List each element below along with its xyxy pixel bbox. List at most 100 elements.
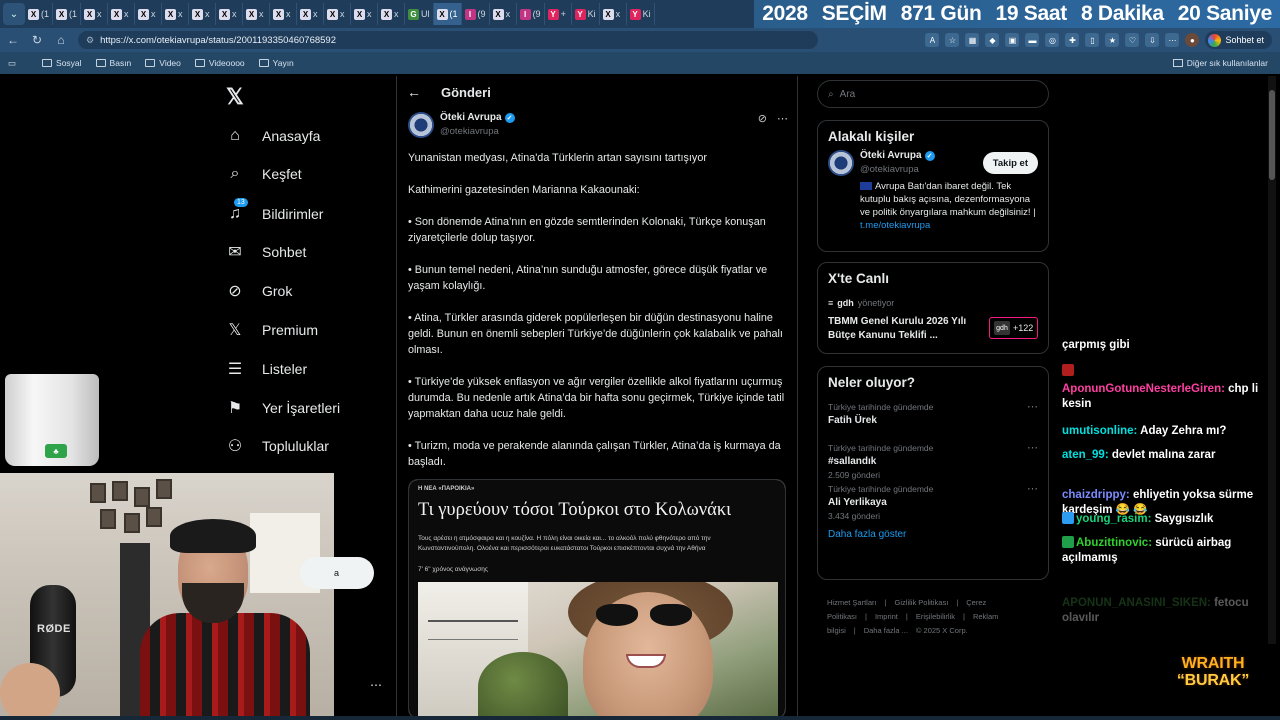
browser-tab[interactable]: Y Ki xyxy=(627,3,655,25)
bio-link[interactable]: t.me/otekiavrupa xyxy=(860,220,930,231)
footer-link[interactable]: © 2025 X Corp. xyxy=(916,626,968,635)
grok-icon[interactable]: ⊘ xyxy=(758,112,767,125)
extensions-puzzle-icon[interactable]: ✚ xyxy=(1065,33,1080,47)
more-options-icon[interactable]: ⋯ xyxy=(777,112,788,125)
browser-tab[interactable]: Xx xyxy=(243,3,271,25)
extension-icon[interactable]: ▣ xyxy=(1005,33,1020,47)
browser-tab[interactable]: X (1 xyxy=(433,3,462,25)
x-logo-icon[interactable]: 𝕏 xyxy=(226,84,252,109)
footer-link[interactable]: Imprint xyxy=(875,612,898,621)
site-info-icon[interactable]: ⚙ xyxy=(86,35,94,46)
browser-tab[interactable]: Xx xyxy=(270,3,298,25)
copilot-chat-button[interactable]: Sohbet et xyxy=(1205,31,1272,49)
extension-icon[interactable]: ▦ xyxy=(965,33,980,47)
bookmarks-menu-icon[interactable]: ▭ xyxy=(8,58,16,69)
browser-tab[interactable]: I (9 xyxy=(462,3,490,25)
mail-icon: ✉ xyxy=(228,244,242,261)
browser-tab[interactable]: Xx xyxy=(189,3,217,25)
reload-icon[interactable]: ↻ xyxy=(26,29,48,51)
trends-title: Neler oluyor? xyxy=(828,375,916,390)
live-listeners[interactable]: gdh +122 xyxy=(989,317,1039,339)
tab-favicon-icon: X xyxy=(165,8,177,20)
search-input[interactable]: ⌕ Ara xyxy=(817,80,1049,108)
browser-tab[interactable]: Xx xyxy=(108,3,136,25)
related-handle[interactable]: @otekiavrupa xyxy=(860,164,919,175)
more-options-icon[interactable]: ⋯ xyxy=(1027,400,1038,413)
browser-tab[interactable]: Xx xyxy=(351,3,379,25)
browser-tab[interactable]: I (9 xyxy=(517,3,545,25)
more-options-icon[interactable]: ⋯ xyxy=(1027,482,1038,495)
trend-item[interactable]: Türkiye tarihinde gündemde Fatih Ürek ⋯ xyxy=(818,400,1048,441)
home-icon: ⌂ xyxy=(230,127,240,144)
related-name[interactable]: Öteki Avrupa ✓ xyxy=(860,150,935,161)
browser-tab[interactable]: Xx xyxy=(216,3,244,25)
browser-tab[interactable]: Y + xyxy=(545,3,572,25)
split-view-icon[interactable]: ▯ xyxy=(1085,33,1100,47)
browser-tab[interactable]: Xx xyxy=(162,3,190,25)
author-handle[interactable]: @otekiavrupa xyxy=(440,126,499,137)
back-arrow-icon[interactable]: ← xyxy=(407,84,421,100)
post-button-fragment[interactable]: a xyxy=(300,557,374,589)
tab-label: x xyxy=(97,9,102,19)
tab-label: x xyxy=(286,9,291,19)
translate-icon[interactable]: A xyxy=(925,33,940,47)
nav-item-bell[interactable]: ♫ 13 Bildirimler xyxy=(222,198,323,228)
follow-button[interactable]: Takip et xyxy=(982,152,1038,174)
home-icon[interactable]: ⌂ xyxy=(50,29,72,51)
related-person[interactable]: Öteki Avrupa ✓ @otekiavrupa Takip et Avr… xyxy=(818,148,1048,258)
bookmark-folder[interactable]: Videoooo xyxy=(194,58,245,68)
browser-tab[interactable]: Xx xyxy=(81,3,109,25)
author-name[interactable]: Öteki Avrupa ✓ xyxy=(440,112,515,123)
scrollbar-thumb[interactable] xyxy=(1269,90,1275,180)
address-bar[interactable]: ⚙ https://x.com/otekiavrupa/status/20011… xyxy=(78,31,818,49)
browser-tab[interactable]: X (1 xyxy=(53,3,82,25)
nav-item-communities[interactable]: ⚇ Topluluklar xyxy=(222,432,329,460)
more-icon[interactable]: ⋯ xyxy=(1165,33,1180,47)
tab-list-button[interactable]: ⌄ xyxy=(3,3,25,25)
nav-item-grok[interactable]: ⊘ Grok xyxy=(222,277,292,305)
bookmark-folder[interactable]: Video xyxy=(145,58,181,68)
extension-icon[interactable]: ◎ xyxy=(1045,33,1060,47)
footer-link[interactable]: Gizlilik Politikası xyxy=(895,598,949,607)
footer-link[interactable]: Daha fazla ... xyxy=(864,626,908,635)
chat-emote-icon xyxy=(1062,364,1074,376)
live-space-title[interactable]: TBMM Genel Kurulu 2026 Yılı Bütçe Kanunu… xyxy=(828,315,978,343)
browser-tab[interactable]: Xx xyxy=(135,3,163,25)
bookmark-folder[interactable]: Yayın xyxy=(258,58,294,68)
collections-icon[interactable]: ♡ xyxy=(1125,33,1140,47)
browser-tab[interactable]: X (1 xyxy=(25,3,54,25)
browser-tab[interactable]: Xx xyxy=(324,3,352,25)
nav-item-search[interactable]: ⌕ Keşfet xyxy=(222,160,302,188)
show-more-link[interactable]: Daha fazla göster xyxy=(818,523,1048,550)
nav-item-x-premium[interactable]: 𝕏 Premium xyxy=(222,316,318,344)
avatar[interactable] xyxy=(408,112,434,138)
back-icon[interactable]: ← xyxy=(2,29,24,51)
account-more-icon[interactable]: ⋯ xyxy=(370,678,382,692)
browser-tab[interactable]: G Ul xyxy=(405,3,434,25)
more-options-icon[interactable]: ⋯ xyxy=(1027,441,1038,454)
bookmark-folder[interactable]: Basın xyxy=(95,58,131,68)
bookmark-folder[interactable]: Sosyal xyxy=(42,58,82,68)
nav-item-home[interactable]: ⌂ Anasayfa xyxy=(222,122,320,150)
footer-link[interactable]: Erişilebilirlik xyxy=(916,612,955,621)
extension-icon[interactable]: ◆ xyxy=(985,33,1000,47)
nav-item-bookmark[interactable]: ⚑ Yer İşaretleri xyxy=(222,394,340,422)
browser-tab[interactable]: Xx xyxy=(600,3,627,25)
profile-avatar[interactable]: ● xyxy=(1185,33,1200,47)
favorites-icon[interactable]: ★ xyxy=(1105,33,1120,47)
star-icon[interactable]: ☆ xyxy=(945,33,960,47)
footer-link[interactable]: Hizmet Şartları xyxy=(827,598,877,607)
browser-tab[interactable]: Xx xyxy=(378,3,406,25)
nav-item-mail[interactable]: ✉ Sohbet xyxy=(222,238,306,266)
post-image[interactable]: Η ΝΕΑ «ΠΑΡΟΙΚΙΑ» Τι γυρεύουν τόσοι Τούρκ… xyxy=(408,479,786,719)
bookmark-other-folder[interactable]: Diğer sık kullanılanlar xyxy=(1172,58,1268,68)
avatar[interactable] xyxy=(828,150,854,176)
downloads-icon[interactable]: ⇩ xyxy=(1145,33,1160,47)
browser-tab[interactable]: Xx xyxy=(297,3,325,25)
trend-item[interactable]: Türkiye tarihinde gündemde #sallandık 2.50… xyxy=(818,441,1048,482)
browser-tab[interactable]: Xx xyxy=(490,3,517,25)
nav-item-list[interactable]: ☰ Listeler xyxy=(222,355,307,383)
extension-icon[interactable]: ▬ xyxy=(1025,33,1040,47)
browser-tab[interactable]: Y Ki xyxy=(572,3,600,25)
trend-item[interactable]: Türkiye tarihinde gündemde Ali Yerlikaya 3… xyxy=(818,482,1048,523)
